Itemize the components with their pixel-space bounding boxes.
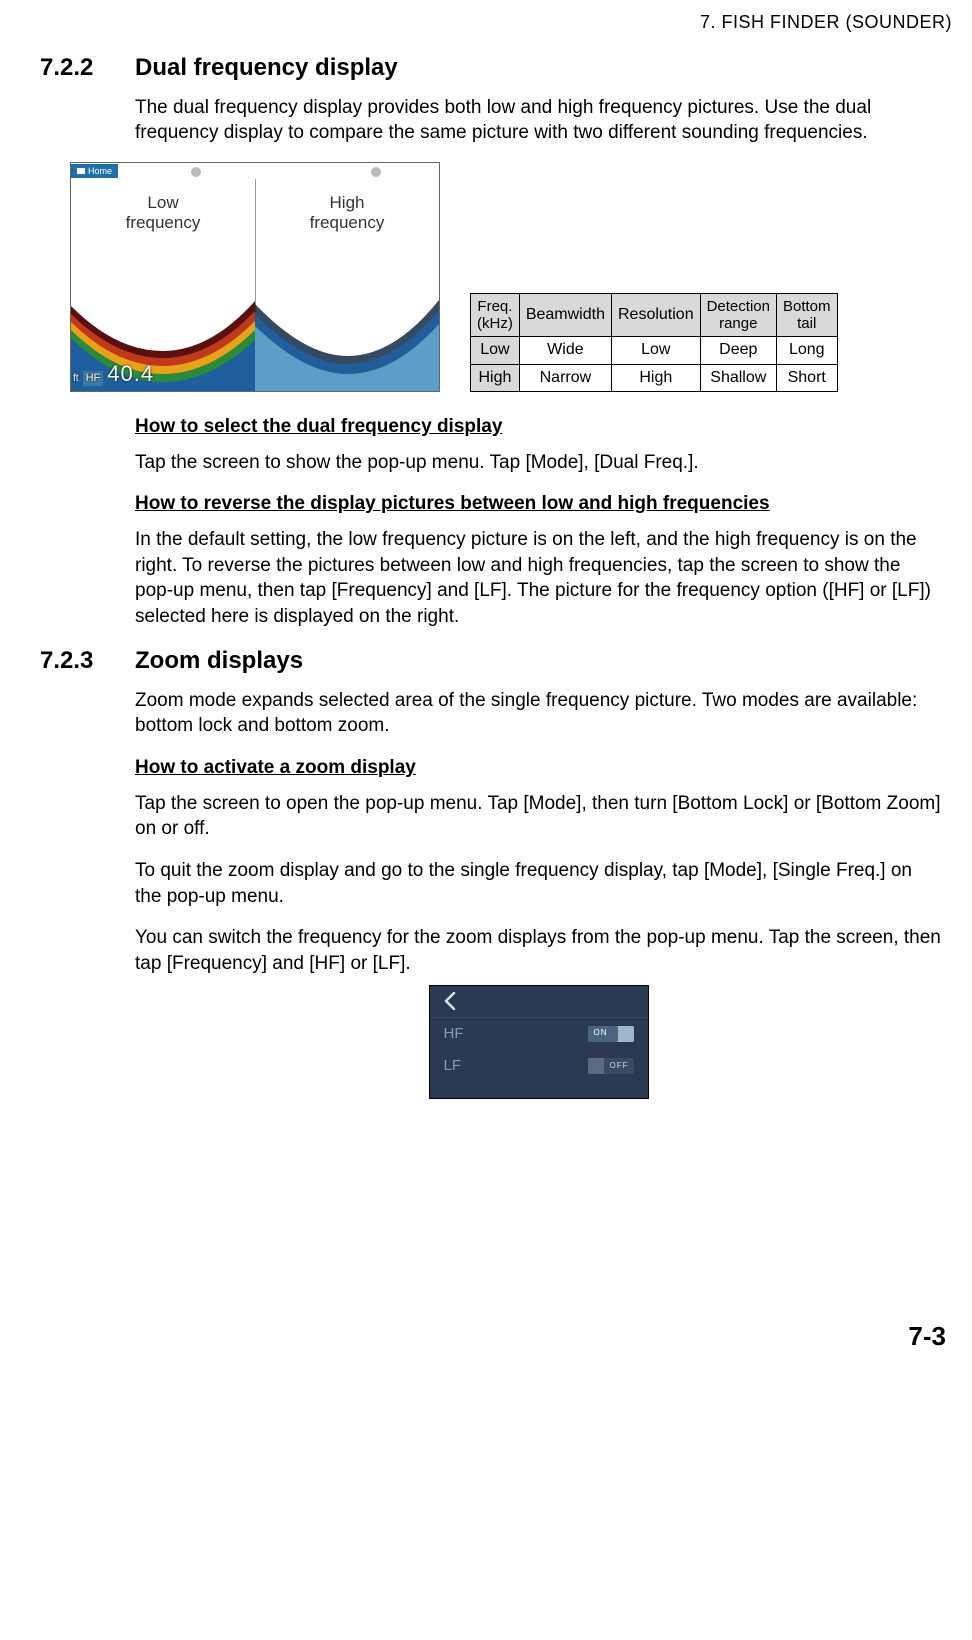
- hf-toggle-row[interactable]: HF ON: [430, 1018, 648, 1050]
- menu-dot-icon: [191, 167, 201, 177]
- paragraph: To quit the zoom display and go to the s…: [135, 858, 942, 909]
- home-button[interactable]: Home: [71, 164, 118, 178]
- paragraph: Tap the screen to open the pop-up menu. …: [135, 791, 942, 842]
- frequency-comparison-table: Freq.(kHz) Beamwidth Resolution Detectio…: [470, 293, 838, 392]
- depth-readout: ft HF 40.4: [73, 359, 154, 389]
- chapter-header: 7. FISH FINDER (SOUNDER): [40, 10, 952, 34]
- col-header-resolution: Resolution: [611, 293, 700, 337]
- lf-toggle-row[interactable]: LF OFF: [430, 1050, 648, 1082]
- col-header-beamwidth: Beamwidth: [519, 293, 611, 337]
- hf-toggle-on[interactable]: ON: [588, 1026, 634, 1042]
- dual-frequency-figure: Home Lowfrequency Highfrequency ft: [70, 162, 440, 392]
- intro-paragraph-7-2-3: Zoom mode expands selected area of the s…: [135, 688, 942, 739]
- subheading-activate-zoom: How to activate a zoom display: [135, 755, 942, 781]
- menu-dot-icon: [371, 167, 381, 177]
- lf-label: LF: [444, 1056, 462, 1076]
- frequency-popup-figure: HF ON LF OFF: [429, 985, 649, 1100]
- subheading-select-dual-freq: How to select the dual frequency display: [135, 414, 942, 440]
- section-title-dual-frequency: Dual frequency display: [135, 52, 398, 84]
- col-header-bottom-tail: Bottomtail: [776, 293, 837, 337]
- lf-toggle-off[interactable]: OFF: [588, 1058, 634, 1074]
- low-frequency-label: Lowfrequency: [71, 193, 255, 234]
- section-number-7-2-2: 7.2.2: [40, 52, 135, 84]
- back-button[interactable]: [430, 986, 648, 1018]
- paragraph: In the default setting, the low frequenc…: [135, 527, 942, 630]
- table-row: High Narrow High Shallow Short: [471, 364, 838, 391]
- subheading-reverse-pictures: How to reverse the display pictures betw…: [135, 491, 942, 517]
- section-title-zoom-displays: Zoom displays: [135, 645, 303, 677]
- col-header-detection-range: Detectionrange: [700, 293, 776, 337]
- table-row: Low Wide Low Deep Long: [471, 337, 838, 364]
- high-frequency-label: Highfrequency: [255, 193, 439, 234]
- section-number-7-2-3: 7.2.3: [40, 645, 135, 677]
- page-number: 7-3: [40, 1319, 946, 1354]
- intro-paragraph-7-2-2: The dual frequency display provides both…: [135, 95, 942, 146]
- paragraph: You can switch the frequency for the zoo…: [135, 925, 942, 976]
- col-header-freq: Freq.(kHz): [471, 293, 520, 337]
- chevron-left-icon: [444, 992, 456, 1010]
- hf-label: HF: [444, 1024, 464, 1044]
- paragraph: Tap the screen to show the pop-up menu. …: [135, 450, 942, 476]
